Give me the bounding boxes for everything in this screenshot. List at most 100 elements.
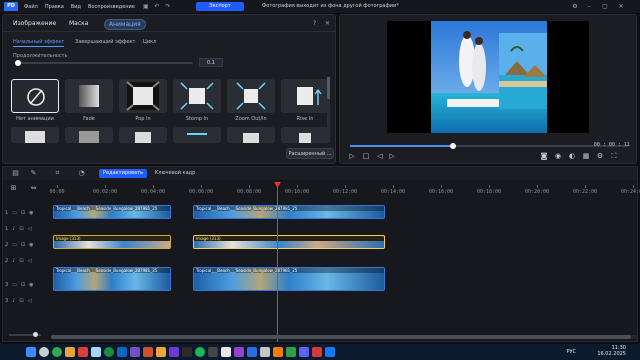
- time-ruler[interactable]: 00:00 00:02:00 00:04:00 00:06:00 00:08:00 00:…: [49, 185, 640, 195]
- timeline-zoom-slider[interactable]: [9, 332, 41, 337]
- app-icon[interactable]: [260, 347, 270, 357]
- minimize-icon[interactable]: –: [584, 2, 594, 11]
- close-panel-icon[interactable]: ✕: [325, 20, 330, 27]
- lock-icon[interactable]: ⊡: [19, 258, 23, 264]
- lock-icon[interactable]: ⊡: [21, 242, 25, 248]
- telegram-icon[interactable]: [91, 347, 101, 357]
- pen-tool-icon[interactable]: ✎: [29, 169, 38, 178]
- lock-icon[interactable]: ⊡: [21, 210, 25, 216]
- opera-icon[interactable]: [78, 347, 88, 357]
- snapshot-icon[interactable]: ◙: [540, 152, 548, 160]
- animation-card-stomp-in[interactable]: [173, 79, 221, 113]
- animation-card[interactable]: [173, 127, 221, 143]
- fit-timeline-icon[interactable]: ⇔: [29, 184, 38, 193]
- visibility-icon[interactable]: ◉: [29, 282, 33, 288]
- mute-icon[interactable]: ◁: [28, 226, 32, 232]
- export-button[interactable]: Экспорт: [196, 2, 244, 11]
- lock-icon[interactable]: ⊡: [19, 298, 23, 304]
- timeline-scrollbar[interactable]: [51, 335, 637, 339]
- animation-card[interactable]: [65, 127, 113, 143]
- redo-icon[interactable]: ↷: [164, 3, 172, 11]
- clock[interactable]: 11:30 16.02.2025: [597, 345, 626, 357]
- image-clip[interactable]: Image (313): [193, 235, 385, 249]
- spotify-icon[interactable]: [195, 347, 205, 357]
- save-icon[interactable]: ▣: [142, 3, 150, 11]
- scrollbar-thumb[interactable]: [51, 335, 631, 339]
- animation-card[interactable]: [281, 127, 329, 143]
- settings-icon[interactable]: ⚙: [596, 152, 604, 160]
- video-clip[interactable]: Tropical___Beach___Seaside_Bungalow_2879…: [53, 205, 171, 219]
- animation-card-zoom-out-in[interactable]: [227, 79, 275, 113]
- tab-loop[interactable]: Цикл: [143, 39, 156, 45]
- menu-playback[interactable]: Воспроизведение: [88, 4, 135, 10]
- animation-card-fade[interactable]: [65, 79, 113, 113]
- playhead[interactable]: [274, 182, 281, 342]
- video-clip[interactable]: Tropical___Beach___Seaside_Bungalow_2879…: [193, 267, 385, 291]
- app-icon[interactable]: [273, 347, 283, 357]
- folder-icon[interactable]: [65, 347, 75, 357]
- premiere-icon[interactable]: [169, 347, 179, 357]
- menu-file[interactable]: Файл: [24, 4, 38, 10]
- app-icon[interactable]: [286, 347, 296, 357]
- edit-button[interactable]: Редактировать: [99, 169, 147, 178]
- playback-progress-bar[interactable]: [350, 143, 628, 149]
- mute-icon[interactable]: ◁: [28, 298, 32, 304]
- visibility-icon[interactable]: ◉: [29, 242, 33, 248]
- video-clip[interactable]: Tropical___Beach___Seaside_Bungalow_2879…: [53, 267, 171, 291]
- language-indicator[interactable]: РУС: [566, 349, 576, 355]
- play-icon[interactable]: ▷: [348, 152, 356, 160]
- menu-view[interactable]: Вид: [71, 4, 81, 10]
- tab-mask[interactable]: Маска: [69, 20, 88, 27]
- video-clip[interactable]: Tropical___Beach___Seaside_Bungalow_2879…: [193, 205, 385, 219]
- app-icon[interactable]: [221, 347, 231, 357]
- app-icon[interactable]: [143, 347, 153, 357]
- advanced-button[interactable]: Расширенный ...: [286, 148, 334, 159]
- tab-end-effect[interactable]: Завершающий эффект: [75, 39, 135, 45]
- app-icon[interactable]: [312, 347, 322, 357]
- tab-start-effect[interactable]: Начальный эффект: [13, 39, 65, 47]
- quality-icon[interactable]: ◉: [554, 152, 562, 160]
- animation-card[interactable]: [119, 127, 167, 143]
- track-manager-icon[interactable]: ⊞: [9, 184, 18, 193]
- keyframe-button[interactable]: Ключевой кадр: [153, 169, 197, 178]
- powerdirector-icon[interactable]: [247, 347, 257, 357]
- progress-knob[interactable]: [449, 143, 456, 149]
- maximize-icon[interactable]: ▢: [600, 2, 610, 11]
- zoom-icon[interactable]: ▦: [582, 152, 590, 160]
- tab-animation[interactable]: Анимация: [104, 19, 146, 30]
- app-icon[interactable]: [234, 347, 244, 357]
- slider-knob[interactable]: [15, 60, 21, 66]
- timer-tool-icon[interactable]: ◔: [77, 169, 86, 178]
- search-icon[interactable]: [39, 347, 49, 357]
- start-icon[interactable]: [26, 347, 36, 357]
- animation-card-pop-in[interactable]: [119, 79, 167, 113]
- image-clip[interactable]: Image (313): [53, 235, 171, 249]
- animation-card-none[interactable]: [11, 79, 59, 113]
- settings-icon[interactable]: ⚙: [570, 2, 580, 11]
- visibility-icon[interactable]: ◉: [29, 210, 33, 216]
- stop-icon[interactable]: □: [362, 152, 370, 160]
- edge-icon[interactable]: [117, 347, 127, 357]
- lock-icon[interactable]: ⊡: [19, 226, 23, 232]
- fullscreen-icon[interactable]: ⛶: [610, 152, 618, 160]
- app-icon[interactable]: [208, 347, 218, 357]
- next-frame-icon[interactable]: ▷: [388, 152, 396, 160]
- tab-image[interactable]: Изображение: [13, 20, 56, 27]
- previous-frame-icon[interactable]: ◁: [376, 152, 384, 160]
- close-window-icon[interactable]: ✕: [616, 2, 626, 11]
- chrome-icon[interactable]: [52, 347, 62, 357]
- mute-icon[interactable]: ◁: [28, 258, 32, 264]
- animation-card[interactable]: [227, 127, 275, 143]
- help-icon[interactable]: ?: [313, 20, 316, 27]
- duration-input[interactable]: 0.1: [199, 58, 223, 67]
- scrollbar[interactable]: [327, 77, 330, 143]
- duration-slider[interactable]: [15, 60, 193, 66]
- animation-card-rise-in[interactable]: [281, 79, 329, 113]
- app-icon[interactable]: [130, 347, 140, 357]
- app-icon[interactable]: [325, 347, 335, 357]
- undo-icon[interactable]: ↶: [153, 3, 161, 11]
- volume-icon[interactable]: ◐: [568, 152, 576, 160]
- select-tool-icon[interactable]: ▤: [11, 169, 20, 178]
- lock-icon[interactable]: ⊡: [21, 282, 25, 288]
- app-icon[interactable]: [156, 347, 166, 357]
